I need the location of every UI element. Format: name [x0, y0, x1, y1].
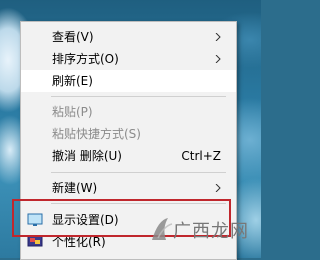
- menu-separator: [51, 172, 226, 173]
- menu-item-paste[interactable]: 粘贴(P): [21, 101, 236, 123]
- menu-item-undo-delete[interactable]: 撤消 删除(U) Ctrl+Z: [21, 145, 236, 167]
- menu-item-view[interactable]: 查看(V): [21, 26, 236, 48]
- menu-item-sort-by[interactable]: 排序方式(O): [21, 48, 236, 70]
- submenu-arrow-icon: [215, 55, 221, 63]
- menu-item-label: 粘贴快捷方式(S): [52, 127, 141, 141]
- menu-item-label: 撤消 删除(U): [52, 149, 122, 163]
- personalize-icon: [27, 235, 43, 247]
- menu-item-paste-shortcut[interactable]: 粘贴快捷方式(S): [21, 123, 236, 145]
- menu-item-shortcut: Ctrl+Z: [181, 149, 221, 163]
- watermark-text: 广西龙网: [173, 221, 249, 242]
- menu-item-new[interactable]: 新建(W): [21, 177, 236, 199]
- menu-item-refresh[interactable]: 刷新(E): [21, 70, 236, 92]
- submenu-arrow-icon: [215, 184, 221, 192]
- menu-separator: [51, 96, 226, 97]
- submenu-arrow-icon: [215, 33, 221, 41]
- menu-item-label: 刷新(E): [52, 74, 93, 88]
- menu-item-label: 新建(W): [52, 181, 98, 195]
- menu-item-label: 排序方式(O): [52, 52, 119, 66]
- menu-item-label: 查看(V): [52, 30, 94, 44]
- menu-item-label: 粘贴(P): [52, 105, 93, 119]
